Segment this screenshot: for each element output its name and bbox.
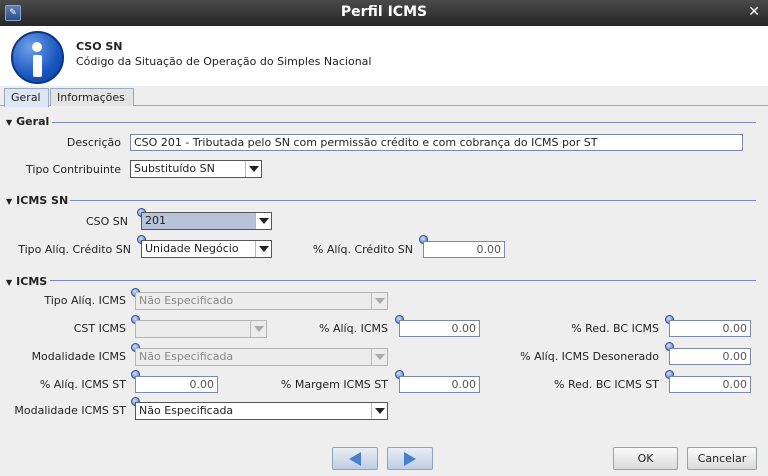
title-bar: Perfil ICMS — [0, 0, 768, 26]
next-button[interactable] — [387, 447, 433, 470]
aliq-icms-field[interactable]: 0.00 — [399, 320, 480, 337]
chevron-down-icon: ▼ — [6, 197, 13, 206]
tipo-aliq-icms-value: Não Especificado — [139, 294, 234, 307]
aliq-credito-label: % Alíq. Crédito SN — [312, 243, 413, 256]
tipo-contribuinte-select[interactable]: Substituído SN — [130, 160, 262, 178]
aliq-icms-desonerado-label: % Alíq. ICMS Desonerado — [520, 350, 659, 363]
app-icon: ✎ — [5, 5, 21, 21]
chevron-down-icon — [258, 246, 269, 252]
section-icms-header[interactable]: ▼ ICMS — [6, 275, 47, 288]
cst-icms-select[interactable] — [135, 320, 267, 338]
cso-sn-label: CSO SN — [85, 215, 128, 228]
tipo-aliq-credito-label: Tipo Alíq. Crédito SN — [18, 243, 131, 256]
tipo-contribuinte-value: Substituído SN — [134, 162, 215, 175]
chevron-down-icon: ▼ — [6, 118, 13, 127]
modalidade-icms-label: Modalidade ICMS — [31, 350, 126, 363]
tipo-aliq-icms-label: Tipo Alíq. ICMS — [44, 294, 126, 307]
tipo-aliq-credito-select[interactable]: Unidade Negócio — [141, 240, 272, 258]
dropdown-button[interactable] — [371, 403, 387, 419]
aliq-icms-desonerado-field[interactable]: 0.00 — [669, 348, 751, 365]
arrow-right-icon — [404, 452, 416, 466]
tab-geral[interactable]: Geral — [4, 88, 49, 107]
header-subtitle: Código da Situação de Operação do Simple… — [76, 55, 372, 68]
modalidade-icms-st-value: Não Especificada — [139, 404, 234, 417]
tab-informacoes[interactable]: Informações — [50, 88, 134, 106]
modalidade-icms-st-label: Modalidade ICMS ST — [14, 404, 126, 417]
section-icms-sn-header[interactable]: ▼ ICMS SN — [6, 194, 68, 207]
descricao-field[interactable]: CSO 201 - Tributada pelo SN com permissã… — [130, 134, 743, 151]
dropdown-button[interactable] — [250, 321, 266, 337]
dropdown-button[interactable] — [255, 213, 271, 229]
red-bc-icms-st-label: % Red. BC ICMS ST — [554, 378, 659, 391]
red-bc-icms-st-field[interactable]: 0.00 — [669, 376, 751, 393]
aliq-icms-label: % Alíq. ICMS — [319, 322, 388, 335]
arrow-left-icon — [349, 452, 361, 466]
modalidade-icms-st-select[interactable]: Não Especificada — [135, 402, 388, 420]
modalidade-icms-select[interactable]: Não Especificada — [135, 348, 388, 366]
dropdown-button[interactable] — [371, 293, 387, 309]
close-icon[interactable]: ✕ — [748, 4, 760, 20]
cancel-button[interactable]: Cancelar — [687, 447, 757, 470]
margem-icms-st-field[interactable]: 0.00 — [399, 376, 480, 393]
section-divider — [70, 200, 756, 201]
aliq-icms-st-label: % Alíq. ICMS ST — [39, 378, 126, 391]
aliq-credito-field[interactable]: 0.00 — [423, 241, 505, 258]
ok-button[interactable]: OK — [613, 447, 678, 470]
info-icon-bar — [33, 55, 42, 77]
chevron-down-icon — [374, 354, 385, 360]
section-divider — [52, 122, 756, 123]
modalidade-icms-value: Não Especificada — [139, 350, 234, 363]
chevron-down-icon — [374, 408, 385, 414]
chevron-down-icon: ▼ — [6, 278, 13, 287]
section-geral-header[interactable]: ▼ Geral — [6, 115, 49, 128]
aliq-icms-st-field[interactable]: 0.00 — [135, 376, 218, 393]
header-title: CSO SN — [76, 40, 123, 53]
info-icon-dot — [32, 42, 42, 52]
chevron-down-icon — [258, 218, 269, 224]
cso-sn-select[interactable]: 201 — [141, 212, 272, 230]
dropdown-button[interactable] — [245, 161, 261, 177]
descricao-label: Descrição — [66, 136, 121, 149]
dropdown-button[interactable] — [371, 349, 387, 365]
cso-sn-value: 201 — [145, 214, 166, 227]
margem-icms-st-label: % Margem ICMS ST — [280, 378, 388, 391]
chevron-down-icon — [248, 166, 259, 172]
previous-button[interactable] — [332, 447, 378, 470]
tipo-contribuinte-label: Tipo Contribuinte — [26, 163, 121, 176]
dropdown-button[interactable] — [255, 241, 271, 257]
tipo-aliq-credito-value: Unidade Negócio — [145, 242, 239, 255]
red-bc-icms-field[interactable]: 0.00 — [669, 320, 751, 337]
red-bc-icms-label: % Red. BC ICMS — [571, 322, 659, 335]
chevron-down-icon — [374, 298, 385, 304]
cst-icms-label: CST ICMS — [73, 322, 126, 335]
tipo-aliq-icms-select[interactable]: Não Especificado — [135, 292, 388, 310]
section-divider — [50, 280, 756, 281]
window-title: Perfil ICMS — [340, 4, 428, 20]
chevron-down-icon — [253, 326, 264, 332]
